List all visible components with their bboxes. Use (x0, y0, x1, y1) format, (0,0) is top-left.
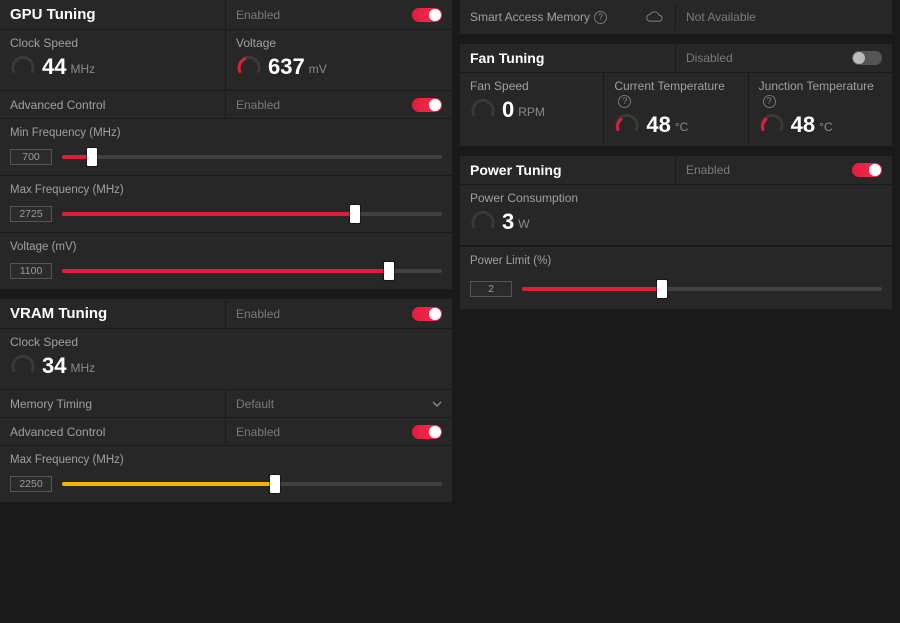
power-toggle[interactable] (852, 163, 882, 177)
power-cons-value: 3 (502, 211, 514, 233)
fan-juntemp-cell: Junction Temperature? 48°C (749, 73, 892, 146)
fan-title: Fan Tuning (470, 50, 544, 66)
help-icon[interactable]: ? (763, 95, 776, 108)
gpu-clock-unit: MHz (70, 62, 95, 78)
fan-curtemp-label: Current Temperature? (614, 79, 737, 108)
vram-toggle[interactable] (412, 307, 442, 321)
help-icon[interactable]: ? (618, 95, 631, 108)
fan-speed-value: 0 (502, 99, 514, 121)
vram-memtiming-dropdown[interactable]: Default (236, 397, 442, 411)
gauge-icon (10, 353, 36, 379)
gpu-clock-label: Clock Speed (10, 36, 78, 50)
vram-state: Enabled (236, 307, 280, 321)
fan-speed-label: Fan Speed (470, 79, 593, 93)
gpu-maxfreq-label: Max Frequency (MHz) (10, 184, 442, 196)
power-title: Power Tuning (470, 162, 562, 178)
fan-juntemp-value: 48 (791, 114, 815, 136)
gpu-clock-value: 44 (42, 56, 66, 78)
fan-speed-unit: RPM (518, 105, 545, 121)
gpu-voltage-row: Voltage (mV) 1100 (0, 232, 452, 289)
vram-clock-label: Clock Speed (10, 335, 78, 349)
gpu-tuning-title: GPU Tuning (10, 6, 96, 23)
fan-tuning-panel: Fan Tuning Disabled Fan Speed 0RPM Curre… (460, 44, 892, 146)
gpu-adv-toggle[interactable] (412, 98, 442, 112)
fan-curtemp-cell: Current Temperature? 48 °C (604, 73, 748, 146)
power-state: Enabled (686, 163, 730, 177)
fan-juntemp-label: Junction Temperature? (759, 79, 882, 108)
vram-adv-toggle[interactable] (412, 425, 442, 439)
vram-memtiming-label: Memory Timing (10, 397, 92, 411)
power-limit-value[interactable]: 2 (470, 281, 512, 297)
vram-maxfreq-value[interactable]: 2250 (10, 476, 52, 492)
gauge-icon (470, 209, 496, 235)
power-cons-label: Power Consumption (470, 191, 578, 205)
gpu-adv-state: Enabled (236, 98, 280, 112)
vram-adv-state: Enabled (236, 425, 280, 439)
vram-clock-value: 34 (42, 355, 66, 377)
gauge-icon (614, 112, 640, 138)
fan-state: Disabled (686, 51, 733, 65)
gpu-voltslider-label: Voltage (mV) (10, 241, 442, 253)
fan-curtemp-unit: °C (675, 120, 688, 136)
vram-maxfreq-label: Max Frequency (MHz) (10, 454, 442, 466)
power-tuning-panel: Power Tuning Enabled Power Consumption 3… (460, 156, 892, 309)
sam-label: Smart Access Memory (470, 10, 590, 24)
power-limit-slider[interactable] (522, 287, 882, 291)
gpu-voltage-value: 637 (268, 56, 305, 78)
gauge-icon (236, 54, 262, 80)
gpu-maxfreq-value[interactable]: 2725 (10, 206, 52, 222)
fan-toggle[interactable] (852, 51, 882, 65)
gpu-maxfreq-slider[interactable] (62, 212, 442, 216)
vram-title: VRAM Tuning (10, 305, 107, 322)
fan-curtemp-value: 48 (646, 114, 670, 136)
vram-maxfreq-slider[interactable] (62, 482, 442, 486)
gpu-voltslider-slider[interactable] (62, 269, 442, 273)
gpu-minfreq-row: Min Frequency (MHz) 700 (0, 119, 452, 175)
fan-speed-cell: Fan Speed 0RPM (460, 73, 604, 146)
gpu-tuning-panel: GPU Tuning Enabled Clock Speed 44MHz Vol… (0, 0, 452, 289)
gpu-voltslider-value[interactable]: 1100 (10, 263, 52, 279)
power-limit-label: Power Limit (%) (470, 255, 882, 267)
gpu-tuning-toggle[interactable] (412, 8, 442, 22)
gpu-minfreq-label: Min Frequency (MHz) (10, 127, 442, 139)
vram-tuning-panel: VRAM Tuning Enabled Clock Speed 34MHz Me… (0, 299, 452, 502)
help-icon[interactable]: ? (594, 11, 607, 24)
gpu-voltage-unit: mV (309, 62, 327, 78)
gpu-adv-label: Advanced Control (10, 98, 105, 112)
gpu-voltage-label: Voltage (236, 36, 276, 50)
vram-memtiming-value: Default (236, 397, 274, 411)
chevron-down-icon (432, 399, 442, 409)
gpu-maxfreq-row: Max Frequency (MHz) 2725 (0, 175, 452, 232)
sam-panel: Smart Access Memory ? Not Available (460, 0, 892, 34)
gpu-minfreq-value[interactable]: 700 (10, 149, 52, 165)
gauge-icon (10, 54, 36, 80)
gpu-minfreq-slider[interactable] (62, 155, 442, 159)
fan-juntemp-unit: °C (819, 120, 832, 136)
vram-adv-label: Advanced Control (10, 425, 105, 439)
gauge-icon (759, 112, 785, 138)
power-cons-unit: W (518, 217, 529, 233)
gpu-tuning-state: Enabled (236, 8, 280, 22)
sam-status: Not Available (686, 10, 756, 24)
vram-maxfreq-row: Max Frequency (MHz) 2250 (0, 446, 452, 502)
cloud-icon (645, 10, 665, 24)
gauge-icon (470, 97, 496, 123)
vram-clock-unit: MHz (70, 361, 95, 377)
